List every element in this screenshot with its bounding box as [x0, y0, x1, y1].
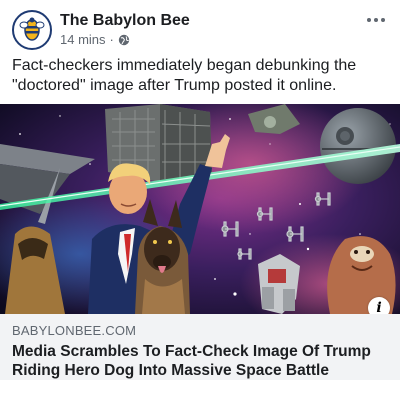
post-timestamp[interactable]: 14 mins: [60, 32, 106, 47]
link-domain: BABYLONBEE.COM: [12, 323, 137, 338]
link-title[interactable]: Media Scrambles To Fact-Check Image Of T…: [12, 342, 388, 380]
meta-separator: ·: [109, 32, 114, 47]
more-options-button[interactable]: [364, 12, 388, 28]
more-dot-icon: [381, 18, 385, 22]
more-dot-icon: [367, 18, 371, 22]
bee-logo-icon: [19, 17, 45, 41]
space-battle-illustration: [0, 104, 400, 314]
link-image[interactable]: [0, 104, 400, 314]
post-bottom-strip: [0, 380, 400, 400]
post-header: The Babylon Bee 14 mins ·: [0, 0, 400, 50]
link-preview[interactable]: BABYLONBEE.COM Media Scrambles To Fact-C…: [0, 314, 400, 380]
robot-figure: [258, 254, 300, 314]
post-text: Fact-checkers immediately began debunkin…: [12, 57, 357, 94]
more-dot-icon: [374, 18, 378, 22]
globe-icon[interactable]: [118, 34, 130, 46]
page-avatar[interactable]: [12, 10, 52, 50]
death-star: [320, 108, 396, 184]
page-name[interactable]: The Babylon Bee: [60, 12, 190, 30]
post-meta: 14 mins ·: [60, 32, 130, 47]
